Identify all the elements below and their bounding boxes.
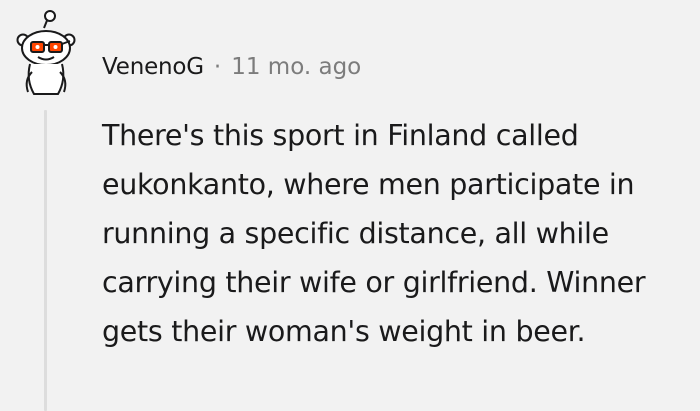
user-avatar[interactable]	[10, 6, 82, 98]
snoo-avatar-icon	[16, 10, 76, 95]
meta-separator: ·	[213, 54, 222, 80]
thread-line[interactable]	[44, 110, 47, 411]
comment: VenenoG · 11 mo. ago There's this sport …	[0, 0, 700, 411]
comment-timestamp[interactable]: 11 mo. ago	[231, 54, 361, 80]
username-link[interactable]: VenenoG	[102, 54, 204, 80]
comment-header: VenenoG · 11 mo. ago	[102, 48, 361, 86]
comment-body: There's this sport in Finland called euk…	[102, 119, 646, 348]
